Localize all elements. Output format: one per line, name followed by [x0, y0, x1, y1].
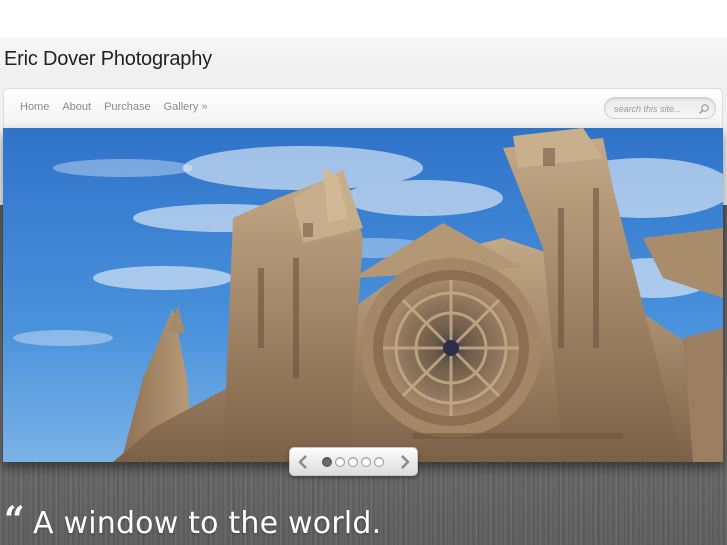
search-box: [604, 97, 716, 119]
nav-item-home[interactable]: Home: [20, 101, 49, 113]
nav-item-about[interactable]: About: [62, 101, 91, 113]
slide-dot-1[interactable]: [322, 457, 332, 467]
chevron-right-icon[interactable]: [398, 454, 412, 470]
nav-item-gallery[interactable]: Gallery »: [164, 101, 208, 113]
slide-indicators: [322, 457, 384, 467]
chevron-left-icon[interactable]: [296, 454, 310, 470]
image-slider[interactable]: [3, 128, 723, 462]
page-top-area: [0, 0, 727, 37]
slide-dot-4[interactable]: [361, 457, 371, 467]
nav-menu: Home About Purchase Gallery »: [20, 101, 208, 113]
cathedral-photo: [3, 128, 723, 462]
site-title[interactable]: Eric Dover Photography: [4, 48, 212, 71]
nav-item-purchase[interactable]: Purchase: [104, 101, 150, 113]
slide-dot-5[interactable]: [374, 457, 384, 467]
slide-dot-2[interactable]: [335, 457, 345, 467]
tagline: A window to the world.: [33, 506, 382, 541]
slider-controls: [289, 447, 418, 476]
search-icon[interactable]: [698, 102, 710, 114]
quote-icon: “: [4, 499, 25, 541]
slide-dot-3[interactable]: [348, 457, 358, 467]
search-input[interactable]: [614, 101, 694, 116]
navigation-bar: Home About Purchase Gallery »: [3, 88, 723, 128]
